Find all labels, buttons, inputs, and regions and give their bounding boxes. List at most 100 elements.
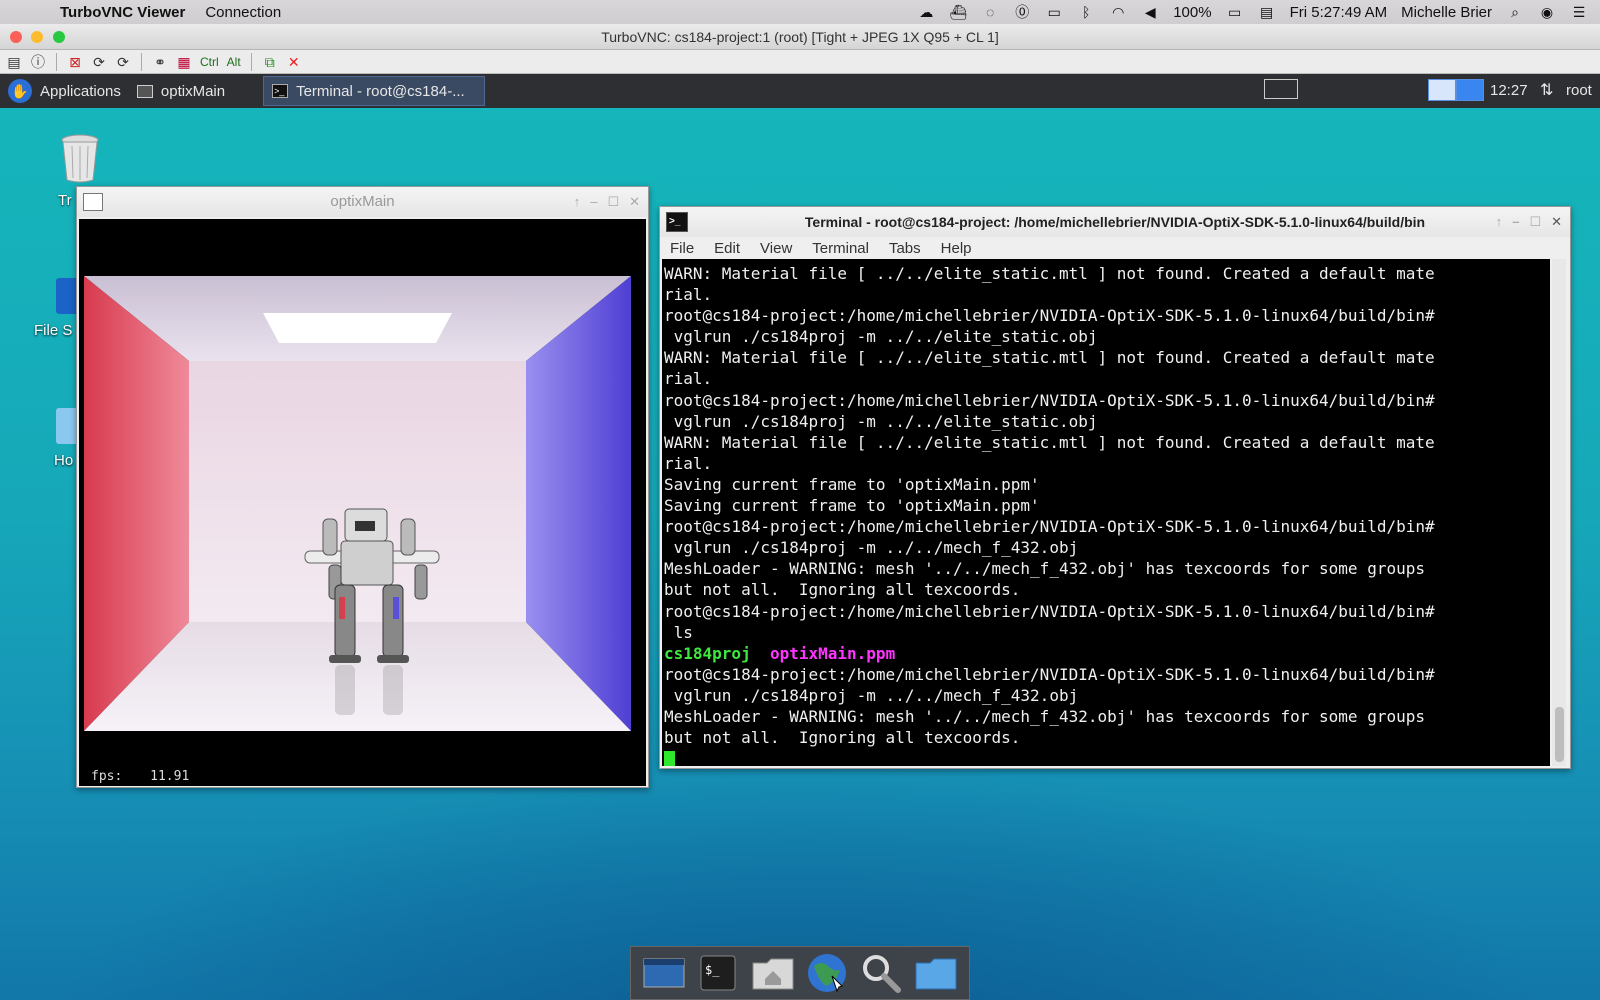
close-button[interactable]: ✕	[1551, 207, 1562, 237]
us-flag-icon[interactable]: ▤	[1258, 4, 1276, 20]
terminal-titlebar[interactable]: >_ Terminal - root@cs184-project: /home/…	[660, 207, 1570, 237]
info-icon[interactable]: ⓘ	[28, 53, 48, 71]
workspace-1[interactable]	[1428, 79, 1456, 101]
disconnect-icon[interactable]: ✕	[284, 53, 304, 71]
lossless-refresh-icon[interactable]: ⟳	[113, 53, 133, 71]
fps-label: fps:	[91, 769, 123, 784]
terminal-menubar: File Edit View Terminal Tabs Help	[660, 237, 1570, 259]
taskbar-terminal[interactable]: >_ Terminal - root@cs184-...	[263, 76, 486, 106]
optixmain-window[interactable]: optixMain ↑ – ☐ ✕ fps: 11.91	[76, 186, 649, 788]
terminal-line: but not all. Ignoring all texcoords.	[664, 580, 1021, 600]
app-menu[interactable]: TurboVNC Viewer	[60, 4, 185, 21]
filesystem-label: File S	[34, 322, 73, 339]
files-icon[interactable]	[913, 951, 959, 995]
desktop-trash[interactable]: Tr	[50, 134, 110, 209]
show-desktop-icon[interactable]	[641, 951, 687, 995]
menu-edit[interactable]: Edit	[714, 240, 740, 257]
panel-user[interactable]: root	[1566, 74, 1592, 108]
wifi-icon[interactable]: ◠	[1109, 4, 1127, 20]
workspace-2[interactable]	[1456, 79, 1484, 101]
menu-file[interactable]: File	[670, 240, 694, 257]
applications-menu[interactable]: ✋ Applications	[0, 74, 129, 108]
minimize-button[interactable]: –	[590, 187, 597, 217]
ls-output: cs184proj optixMain.ppm	[664, 643, 1548, 664]
close-window-button[interactable]	[10, 31, 22, 43]
alt-toggle-button[interactable]: Alt	[225, 55, 243, 69]
optixmain-title: optixMain	[330, 193, 395, 210]
siri-icon[interactable]: ◉	[1538, 4, 1556, 20]
terminal-line: vglrun ./cs184proj -m ../../elite_static…	[664, 411, 1098, 431]
maximize-button[interactable]: ☐	[1529, 207, 1541, 237]
onepassword-icon[interactable]: ⓪	[1013, 4, 1031, 20]
taskbar-optixmain[interactable]: optixMain	[129, 74, 233, 108]
menubar-user[interactable]: Michelle Brier	[1401, 4, 1492, 21]
xfce-logo-icon: ✋	[8, 79, 32, 103]
terminal-line: MeshLoader - WARNING: mesh '../../mech_f…	[664, 706, 1425, 726]
maximize-button[interactable]: ☐	[607, 187, 619, 217]
terminal-line: MeshLoader - WARNING: mesh '../../mech_f…	[664, 559, 1425, 579]
web-browser-icon[interactable]	[804, 951, 850, 995]
terminal-scrollbar[interactable]	[1552, 259, 1566, 766]
terminal-screen[interactable]: WARN: Material file [ ../../elite_static…	[662, 259, 1550, 766]
ls-entry-executable: cs184proj	[664, 643, 751, 663]
menu-tabs[interactable]: Tabs	[889, 240, 921, 257]
menubar-clock[interactable]: Fri 5:27:49 AM	[1290, 4, 1388, 21]
search-icon[interactable]	[858, 951, 904, 995]
terminal-icon: >_	[272, 84, 289, 98]
minimize-button[interactable]: –	[1512, 207, 1519, 237]
terminal-prompt-line[interactable]	[664, 748, 1548, 766]
battery-percent[interactable]: 100%	[1173, 4, 1211, 21]
terminal-line: root@cs184-project:/home/michellebrier/N…	[664, 601, 1435, 621]
terminal-line: ls	[664, 622, 693, 642]
spotlight-search-icon[interactable]: ⌕	[1506, 4, 1524, 20]
menu-view[interactable]: View	[760, 240, 792, 257]
volume-icon[interactable]: ◀	[1141, 4, 1159, 20]
home-label: Ho	[54, 452, 74, 469]
menu-terminal[interactable]: Terminal	[812, 240, 869, 257]
show-desktop-button[interactable]	[1264, 79, 1298, 99]
terminal-line: rial.	[664, 285, 713, 305]
optixmain-titlebar[interactable]: optixMain ↑ – ☐ ✕	[77, 187, 648, 217]
trash-label: Tr	[58, 192, 72, 209]
options-icon[interactable]: ▤	[4, 53, 24, 71]
terminal-cursor	[664, 750, 675, 766]
terminal-title: Terminal - root@cs184-project: /home/mic…	[804, 214, 1426, 230]
terminal-line: vglrun ./cs184proj -m ../../mech_f_432.o…	[664, 538, 1079, 558]
fps-value: 11.91	[150, 769, 190, 784]
xfce-dock: $_	[630, 946, 970, 1000]
shade-button[interactable]: ↑	[574, 187, 581, 217]
window-menu-icon[interactable]	[83, 193, 103, 211]
new-connection-icon[interactable]: ⧉	[260, 53, 280, 71]
network-icon[interactable]: ⇅	[1540, 74, 1553, 108]
fullscreen-icon[interactable]: ⊠	[65, 53, 85, 71]
send-ctrl-alt-del-icon[interactable]: ▦	[174, 53, 194, 71]
terminal-icon[interactable]: >_	[666, 212, 688, 232]
close-button[interactable]: ✕	[629, 187, 640, 217]
clipboard-icon[interactable]: ⚭	[150, 53, 170, 71]
refresh-icon[interactable]: ⟳	[89, 53, 109, 71]
menu-connection[interactable]: Connection	[205, 4, 281, 21]
sync-icon[interactable]: ◌	[981, 4, 999, 20]
zoom-window-button[interactable]	[53, 31, 65, 43]
menu-help[interactable]: Help	[941, 240, 972, 257]
home-folder-icon[interactable]	[750, 951, 796, 995]
panel-clock[interactable]: 12:27	[1490, 74, 1528, 108]
workspace-pager[interactable]	[1428, 79, 1484, 101]
bluetooth-icon[interactable]: ᛒ	[1077, 4, 1095, 20]
shade-button[interactable]: ↑	[1496, 207, 1503, 237]
docker-icon[interactable]: ⛴	[949, 4, 967, 20]
terminal-line: but not all. Ignoring all texcoords.	[664, 728, 1021, 748]
ctrl-toggle-button[interactable]: Ctrl	[198, 55, 221, 69]
terminal-scrollbar-thumb[interactable]	[1555, 707, 1564, 762]
terminal-line: WARN: Material file [ ../../elite_static…	[664, 432, 1435, 452]
terminal-window[interactable]: >_ Terminal - root@cs184-project: /home/…	[659, 206, 1571, 769]
cornell-box-render	[79, 219, 646, 786]
airplay-icon[interactable]: ▭	[1045, 4, 1063, 20]
battery-icon[interactable]: ▭	[1226, 4, 1244, 20]
terminal-icon[interactable]: $_	[695, 951, 741, 995]
notification-center-icon[interactable]: ☰	[1570, 4, 1588, 20]
creative-cloud-icon[interactable]: ☁	[917, 4, 935, 20]
render-viewport[interactable]: fps: 11.91	[79, 219, 646, 786]
vnc-toolbar: ▤ ⓘ ⊠ ⟳ ⟳ ⚭ ▦ Ctrl Alt ⧉ ✕	[0, 50, 1600, 74]
minimize-window-button[interactable]	[31, 31, 43, 43]
